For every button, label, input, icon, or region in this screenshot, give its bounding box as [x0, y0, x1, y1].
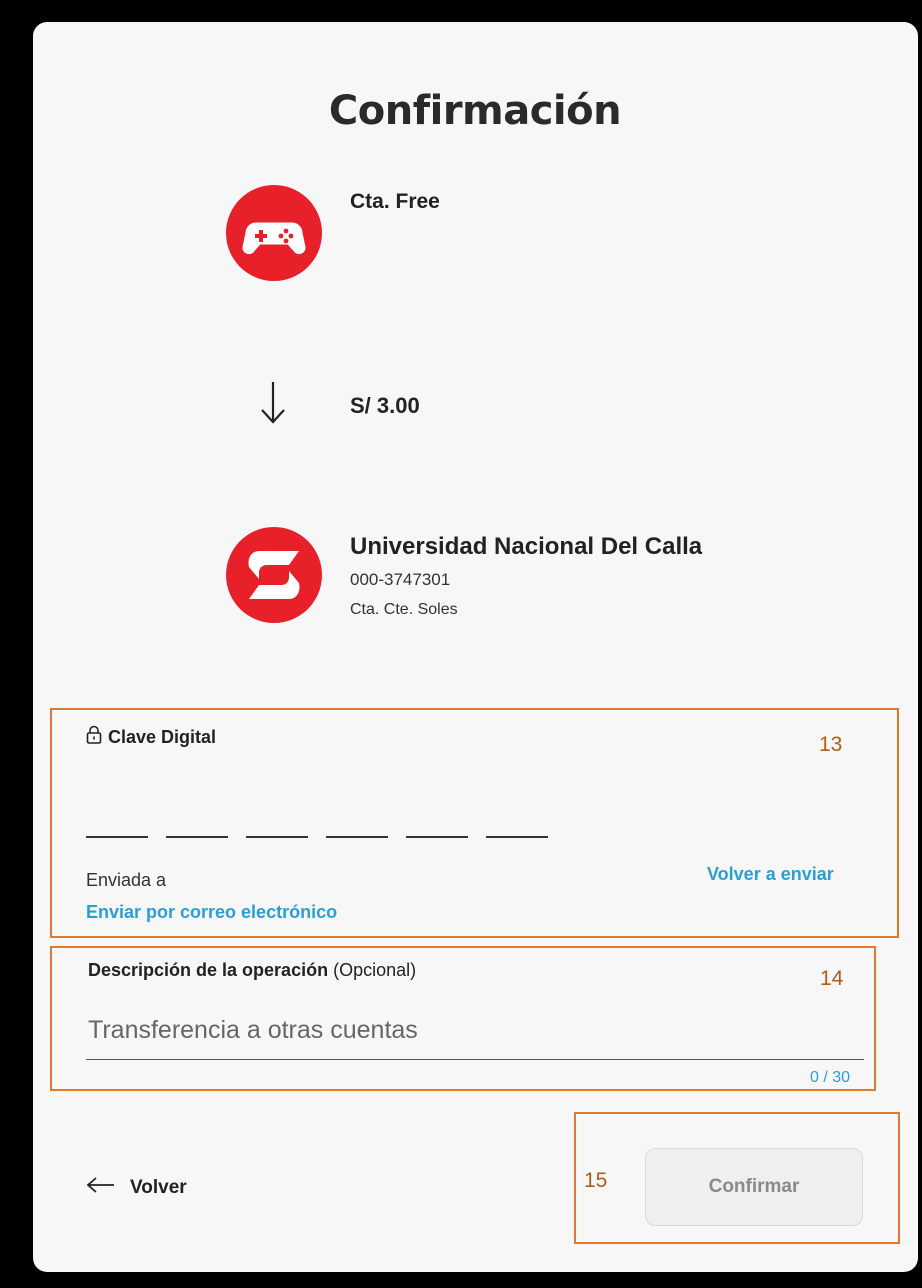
destination-account-number: 000-3747301 [350, 570, 451, 589]
description-input[interactable] [86, 1002, 864, 1060]
digit-input-1[interactable] [86, 836, 148, 838]
origin-account-name: Cta. Free [350, 190, 440, 213]
clave-digital-label-text: Clave Digital [108, 726, 217, 747]
destination-account-name: Universidad Nacional Del Calla [350, 533, 703, 560]
destination-account-type: Cta. Cte. Soles [350, 601, 458, 618]
confirm-button[interactable]: Confirmar [645, 1148, 863, 1226]
page-title: Confirmación [328, 88, 622, 134]
character-counter: 0 / 30 [810, 1069, 851, 1086]
resend-link[interactable]: Volver a enviar [707, 864, 834, 885]
description-label: Descripción de la operación (Opcional) [88, 960, 416, 981]
lock-icon [86, 725, 102, 749]
clave-digital-label: Clave Digital [86, 725, 216, 749]
annotation-number-15: 15 [584, 1169, 608, 1192]
annotation-number-13: 13 [819, 733, 843, 756]
send-by-email-link[interactable]: Enviar por correo electrónico [86, 902, 337, 923]
back-button-label: Volver [130, 1177, 187, 1198]
back-button[interactable]: Volver [86, 1176, 187, 1200]
arrow-left-icon [86, 1176, 116, 1200]
bank-logo-icon [226, 527, 322, 623]
arrow-down-icon [258, 378, 288, 428]
description-label-text: Descripción de la operación [88, 960, 329, 980]
annotation-number-14: 14 [820, 967, 844, 990]
description-optional-text: (Opcional) [328, 960, 417, 980]
digit-input-6[interactable] [486, 836, 548, 838]
digit-input-5[interactable] [406, 836, 468, 838]
transfer-amount: S/ 3.00 [350, 393, 420, 418]
sent-to-label: Enviada a [86, 870, 167, 890]
digit-input-4[interactable] [326, 836, 388, 838]
digit-input-2[interactable] [166, 836, 228, 838]
digit-input-3[interactable] [246, 836, 308, 838]
gamepad-icon [226, 185, 322, 281]
